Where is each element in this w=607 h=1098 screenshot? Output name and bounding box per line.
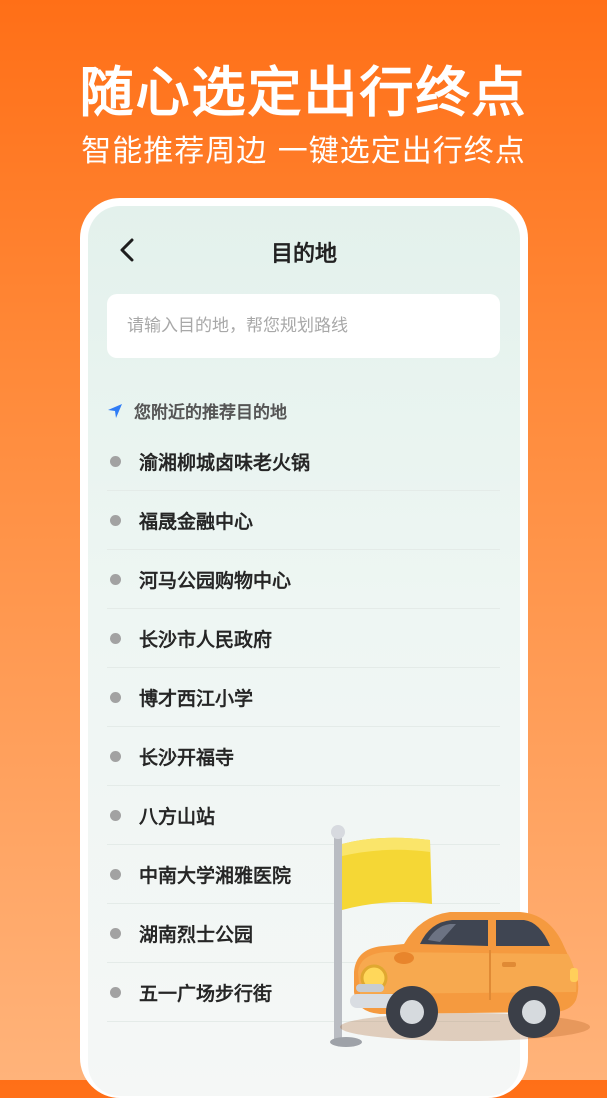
list-item-label: 八方山站 (139, 805, 216, 828)
bullet-dot-icon (110, 809, 121, 821)
bullet-dot-icon (110, 514, 121, 526)
bullet-dot-icon (110, 750, 121, 762)
list-item-label: 渝湘柳城卤味老火锅 (139, 451, 311, 474)
bullet-dot-icon (110, 927, 121, 939)
destination-search-input[interactable] (107, 294, 500, 358)
list-item-label: 中南大学湘雅医院 (139, 864, 292, 887)
bullet-dot-icon (110, 691, 121, 703)
list-item[interactable]: 河马公园购物中心 (107, 550, 500, 609)
list-item[interactable]: 福晟金融中心 (107, 491, 500, 550)
list-item[interactable]: 渝湘柳城卤味老火锅 (107, 432, 500, 491)
car-with-flag-icon (330, 825, 590, 1047)
hero-title: 随心选定出行终点 (79, 61, 528, 124)
list-item-label: 长沙开福寺 (139, 746, 235, 769)
list-item-label: 河马公园购物中心 (139, 569, 292, 592)
bullet-dot-icon (110, 868, 121, 880)
bullet-dot-icon (110, 632, 121, 644)
bullet-dot-icon (110, 986, 121, 998)
list-item[interactable]: 博才西江小学 (107, 668, 500, 727)
location-arrow-icon (108, 403, 122, 418)
list-item[interactable]: 长沙市人民政府 (107, 609, 500, 668)
list-item-label: 湖南烈士公园 (139, 923, 254, 946)
recommend-header: 您附近的推荐目的地 (106, 398, 287, 423)
list-item-label: 福晟金融中心 (139, 510, 254, 533)
recommend-heading: 您附近的推荐目的地 (134, 403, 287, 423)
bullet-dot-icon (110, 455, 121, 467)
list-item-label: 长沙市人民政府 (139, 628, 273, 651)
list-item-label: 五一广场步行街 (139, 982, 273, 1005)
page-title: 目的地 (270, 242, 337, 267)
bullet-dot-icon (110, 573, 121, 585)
hero-subtitle: 智能推荐周边 一键选定出行终点 (81, 134, 526, 169)
list-item-label: 博才西江小学 (139, 687, 254, 710)
list-item[interactable]: 长沙开福寺 (107, 727, 500, 786)
